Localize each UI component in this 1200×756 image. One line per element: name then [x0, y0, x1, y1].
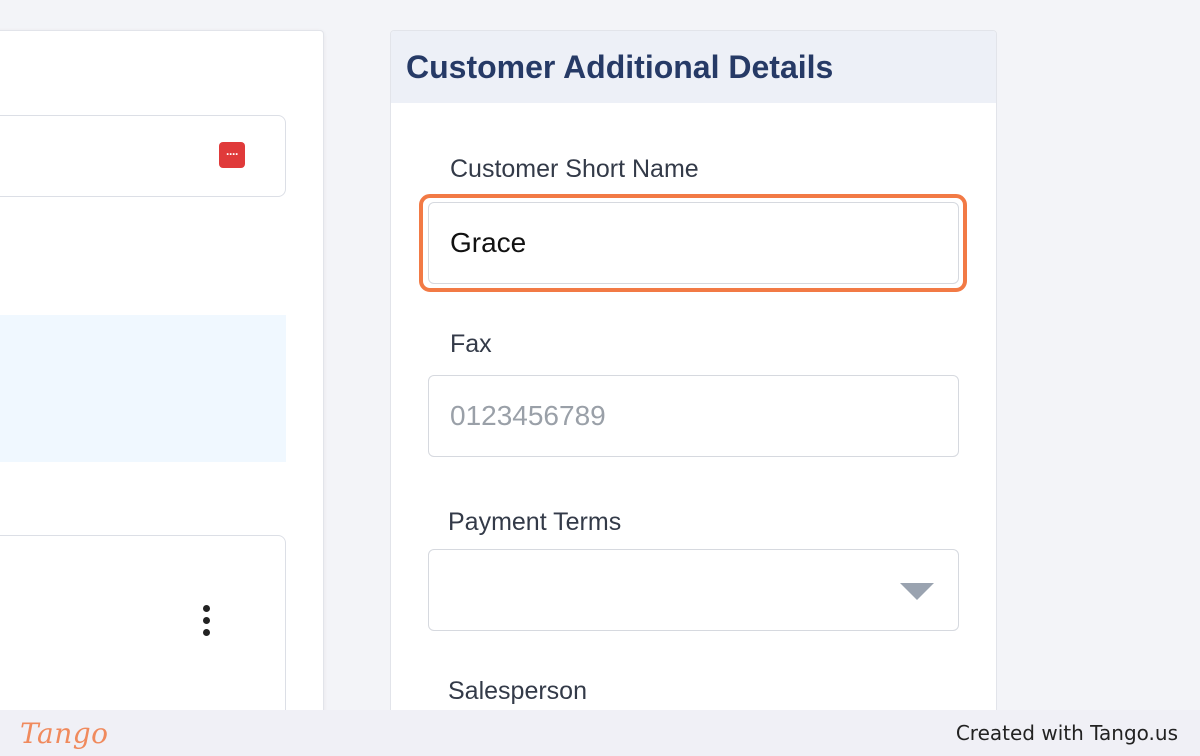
card-header: Customer Additional Details [391, 31, 996, 103]
kebab-menu-icon[interactable] [197, 600, 215, 640]
payment-terms-label: Payment Terms [448, 508, 622, 536]
tango-footer: Tango Created with Tango.us [0, 710, 1200, 756]
password-manager-icon[interactable]: ···· [219, 142, 245, 168]
left-highlight-row [0, 315, 286, 462]
fax-input[interactable]: 0123456789 [428, 375, 959, 457]
customer-additional-details-card: Customer Additional Details Customer Sho… [390, 30, 997, 730]
dropdown-arrow-icon[interactable] [900, 583, 934, 600]
short-name-input[interactable]: Grace [428, 202, 959, 284]
short-name-label: Customer Short Name [450, 155, 699, 183]
card-title: Customer Additional Details [406, 48, 834, 85]
left-bottom-box [0, 535, 286, 735]
fax-label: Fax [450, 330, 492, 358]
footer-credit[interactable]: Created with Tango.us [956, 721, 1178, 745]
payment-terms-select[interactable] [428, 549, 959, 631]
tango-logo[interactable]: Tango [20, 717, 109, 750]
salesperson-label: Salesperson [448, 677, 587, 705]
